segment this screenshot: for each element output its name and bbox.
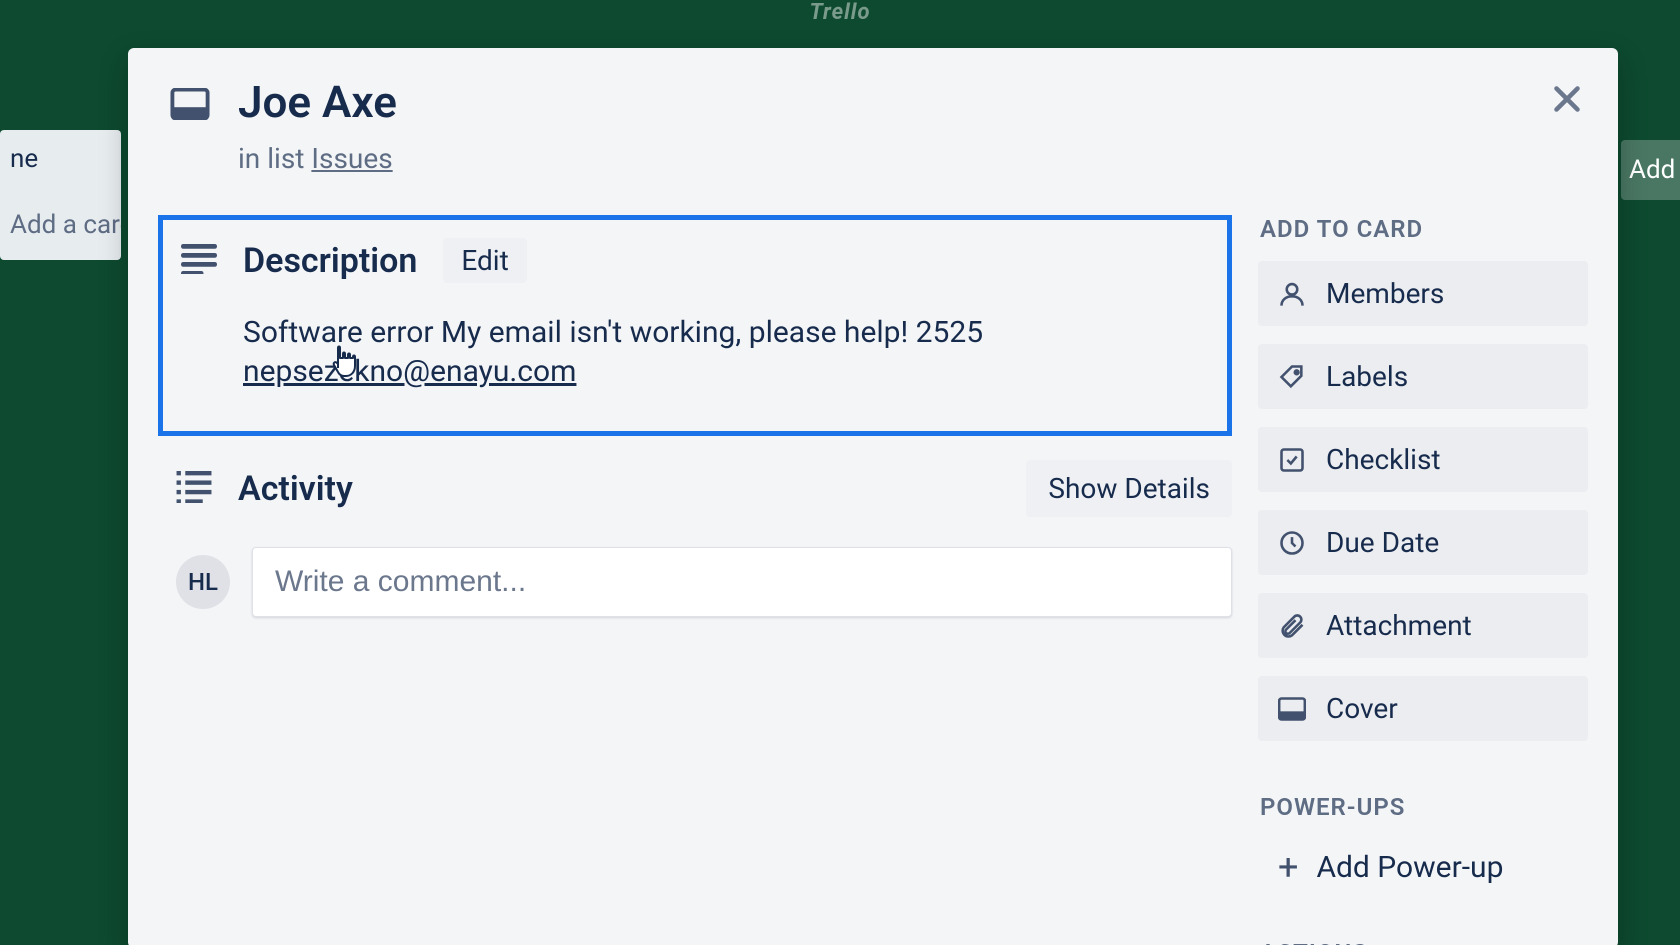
- background-list-card: ne Add a card: [0, 130, 121, 260]
- background-add-card-fragment: Add a card: [10, 210, 111, 240]
- due-date-icon: [1278, 529, 1306, 557]
- card-list-location: in list Issues: [238, 142, 397, 175]
- checklist-label: Checklist: [1326, 443, 1441, 476]
- description-email-link[interactable]: nepsezekno@enayu.com: [243, 354, 576, 389]
- comment-input[interactable]: [252, 547, 1232, 617]
- card-sidebar: ADD TO CARD Members Labels Checklist: [1258, 215, 1588, 945]
- card-title[interactable]: Joe Axe: [238, 76, 397, 128]
- card-icon: [170, 88, 210, 124]
- description-text[interactable]: Software error My email isn't working, p…: [243, 313, 1181, 391]
- add-power-up-label: Add Power-up: [1316, 850, 1503, 885]
- attachment-label: Attachment: [1326, 609, 1472, 642]
- power-ups-heading: POWER-UPS: [1260, 793, 1588, 821]
- close-icon: [1549, 81, 1585, 117]
- attachment-button[interactable]: Attachment: [1258, 593, 1588, 658]
- cover-icon: [1278, 695, 1306, 723]
- description-section: Description Edit Software error My email…: [158, 215, 1232, 436]
- activity-icon: [176, 471, 212, 507]
- plus-icon: +: [1278, 849, 1298, 885]
- members-label: Members: [1326, 277, 1444, 310]
- edit-description-button[interactable]: Edit: [443, 238, 526, 283]
- show-details-button[interactable]: Show Details: [1026, 460, 1232, 517]
- labels-label: Labels: [1326, 360, 1408, 393]
- description-icon: [181, 244, 217, 278]
- members-button[interactable]: Members: [1258, 261, 1588, 326]
- cover-label: Cover: [1326, 692, 1398, 725]
- labels-button[interactable]: Labels: [1258, 344, 1588, 409]
- activity-section: Activity Show Details HL: [158, 450, 1232, 617]
- checklist-button[interactable]: Checklist: [1258, 427, 1588, 492]
- actions-heading: ACTIONS: [1260, 939, 1588, 945]
- members-icon: [1278, 280, 1306, 308]
- card-dialog: Joe Axe in list Issues Description Edit …: [128, 48, 1618, 945]
- activity-heading: Activity: [238, 469, 353, 509]
- description-body: Software error My email isn't working, p…: [243, 315, 983, 350]
- checklist-icon: [1278, 446, 1306, 474]
- in-list-prefix: in list: [238, 142, 311, 175]
- brand-logo: Trello: [0, 0, 1680, 18]
- description-heading: Description: [243, 241, 417, 281]
- add-to-card-heading: ADD TO CARD: [1260, 215, 1588, 243]
- list-link[interactable]: Issues: [311, 142, 392, 175]
- cover-button[interactable]: Cover: [1258, 676, 1588, 741]
- background-add-list-fragment: Add: [1621, 140, 1680, 200]
- due-date-label: Due Date: [1326, 526, 1439, 559]
- due-date-button[interactable]: Due Date: [1258, 510, 1588, 575]
- close-button[interactable]: [1540, 72, 1594, 126]
- background-list-title-fragment: ne: [10, 144, 111, 174]
- labels-icon: [1278, 363, 1306, 391]
- card-header: Joe Axe in list Issues: [158, 76, 1588, 175]
- user-avatar[interactable]: HL: [176, 555, 230, 609]
- attachment-icon: [1278, 612, 1306, 640]
- add-power-up-button[interactable]: + Add Power-up: [1258, 839, 1588, 895]
